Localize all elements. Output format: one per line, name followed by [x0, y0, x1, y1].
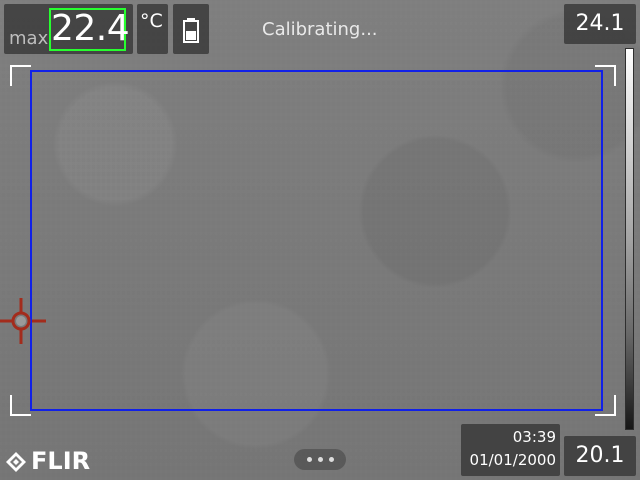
temperature-unit-button[interactable]: °C: [137, 4, 168, 54]
current-time: 03:39: [512, 428, 556, 446]
frame-corner-top-right: [595, 65, 616, 86]
calibration-status: Calibrating...: [262, 19, 378, 40]
scale-lower-value: 20.1: [575, 443, 625, 468]
scale-upper-value-box[interactable]: 24.1: [564, 4, 636, 44]
frame-corner-top-left: [10, 65, 31, 86]
battery-status-button[interactable]: [173, 4, 209, 54]
max-temperature-value: 22.4: [51, 8, 130, 49]
current-date: 01/01/2000: [469, 451, 556, 469]
max-temperature-panel[interactable]: max 22.4: [4, 4, 133, 54]
measurement-area-box[interactable]: [30, 70, 603, 411]
temperature-scale-bar[interactable]: [625, 48, 634, 430]
scale-upper-value: 24.1: [575, 11, 625, 36]
more-options-dot: [318, 457, 323, 462]
temperature-unit: °C: [140, 10, 163, 32]
flir-logo: FLIR: [4, 447, 97, 476]
frame-corner-bottom-right: [595, 395, 616, 416]
flir-logo-text: FLIR: [31, 447, 91, 475]
more-options-dot: [329, 457, 334, 462]
battery-icon: [183, 18, 199, 43]
scale-lower-value-box[interactable]: 20.1: [564, 436, 636, 476]
datetime-panel: 03:39 01/01/2000: [461, 424, 560, 476]
thermal-camera-screen: max 22.4 °C Calibrating... 24.1 FLIR 03:…: [0, 0, 640, 480]
more-options-button[interactable]: [294, 449, 346, 470]
spot-crosshair-icon[interactable]: [0, 298, 46, 344]
more-options-dot: [307, 457, 312, 462]
frame-corner-bottom-left: [10, 395, 31, 416]
flir-logo-icon: [6, 452, 26, 472]
max-label: max: [9, 28, 49, 49]
